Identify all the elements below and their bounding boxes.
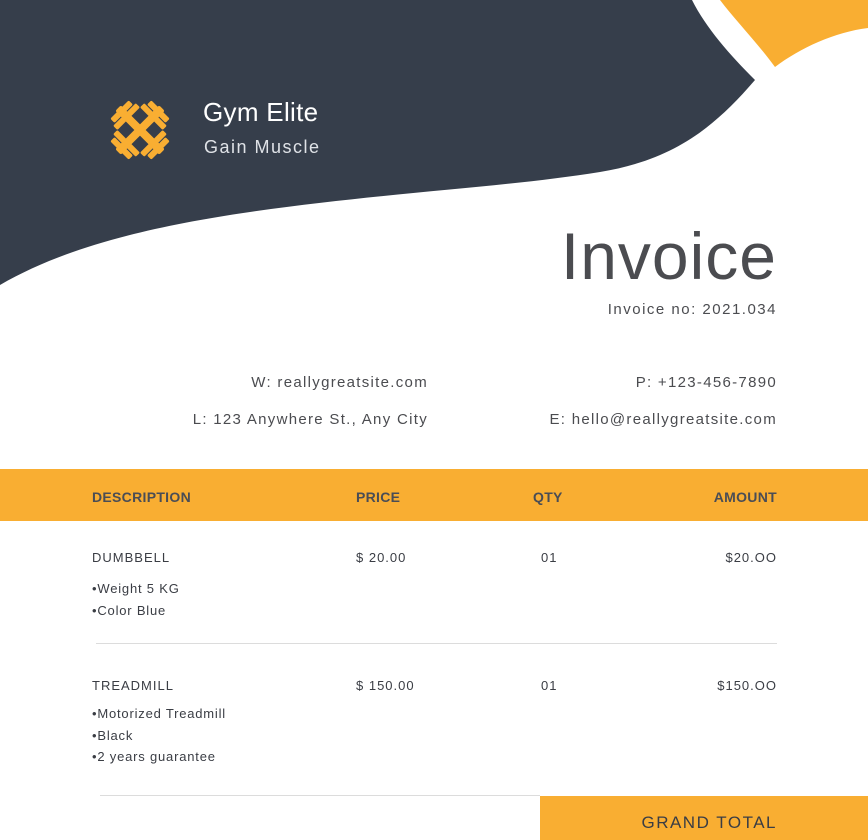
header-description: DESCRIPTION: [92, 489, 191, 505]
item-details: Weight 5 KG Color Blue: [92, 578, 180, 621]
invoice-number: Invoice no: 2021.034: [607, 301, 777, 318]
item-price: $ 20.00: [356, 550, 407, 565]
row-divider: [100, 795, 540, 796]
item-detail: Motorized Treadmill: [92, 703, 226, 725]
contact-email[interactable]: E: hello@reallygreatsite.com: [549, 411, 777, 428]
header-amount: AMOUNT: [713, 489, 777, 505]
brand-name: Gym Elite: [203, 97, 319, 127]
invoice-title: Invoice: [560, 219, 777, 293]
brand-tagline: Gain Muscle: [204, 137, 321, 157]
item-detail: 2 years guarantee: [92, 746, 226, 768]
crossed-dumbbells-icon: [110, 100, 170, 160]
item-detail: Black: [92, 725, 226, 747]
item-detail: Weight 5 KG: [92, 578, 180, 600]
contact-location: L: 123 Anywhere St., Any City: [192, 411, 428, 428]
row-divider: [96, 643, 777, 644]
grand-total-label: GRAND TOTAL: [641, 813, 777, 832]
yellow-corner-shape: [720, 0, 868, 67]
item-price: $ 150.00: [356, 678, 415, 693]
item-amount: $20.OO: [725, 550, 777, 565]
header-qty: QTY: [533, 489, 563, 505]
contact-phone[interactable]: P: +123-456-7890: [636, 374, 777, 391]
table-header: DESCRIPTION PRICE QTY AMOUNT: [0, 469, 868, 521]
item-detail: Color Blue: [92, 600, 180, 622]
item-name: TREADMILL: [92, 678, 174, 693]
item-details: Motorized Treadmill Black 2 years guaran…: [92, 703, 226, 768]
item-name: DUMBBELL: [92, 550, 171, 565]
item-qty: 01: [541, 678, 558, 693]
header-price: PRICE: [356, 489, 401, 505]
contact-website[interactable]: W: reallygreatsite.com: [251, 374, 428, 391]
item-qty: 01: [541, 550, 558, 565]
item-amount: $150.OO: [717, 678, 777, 693]
